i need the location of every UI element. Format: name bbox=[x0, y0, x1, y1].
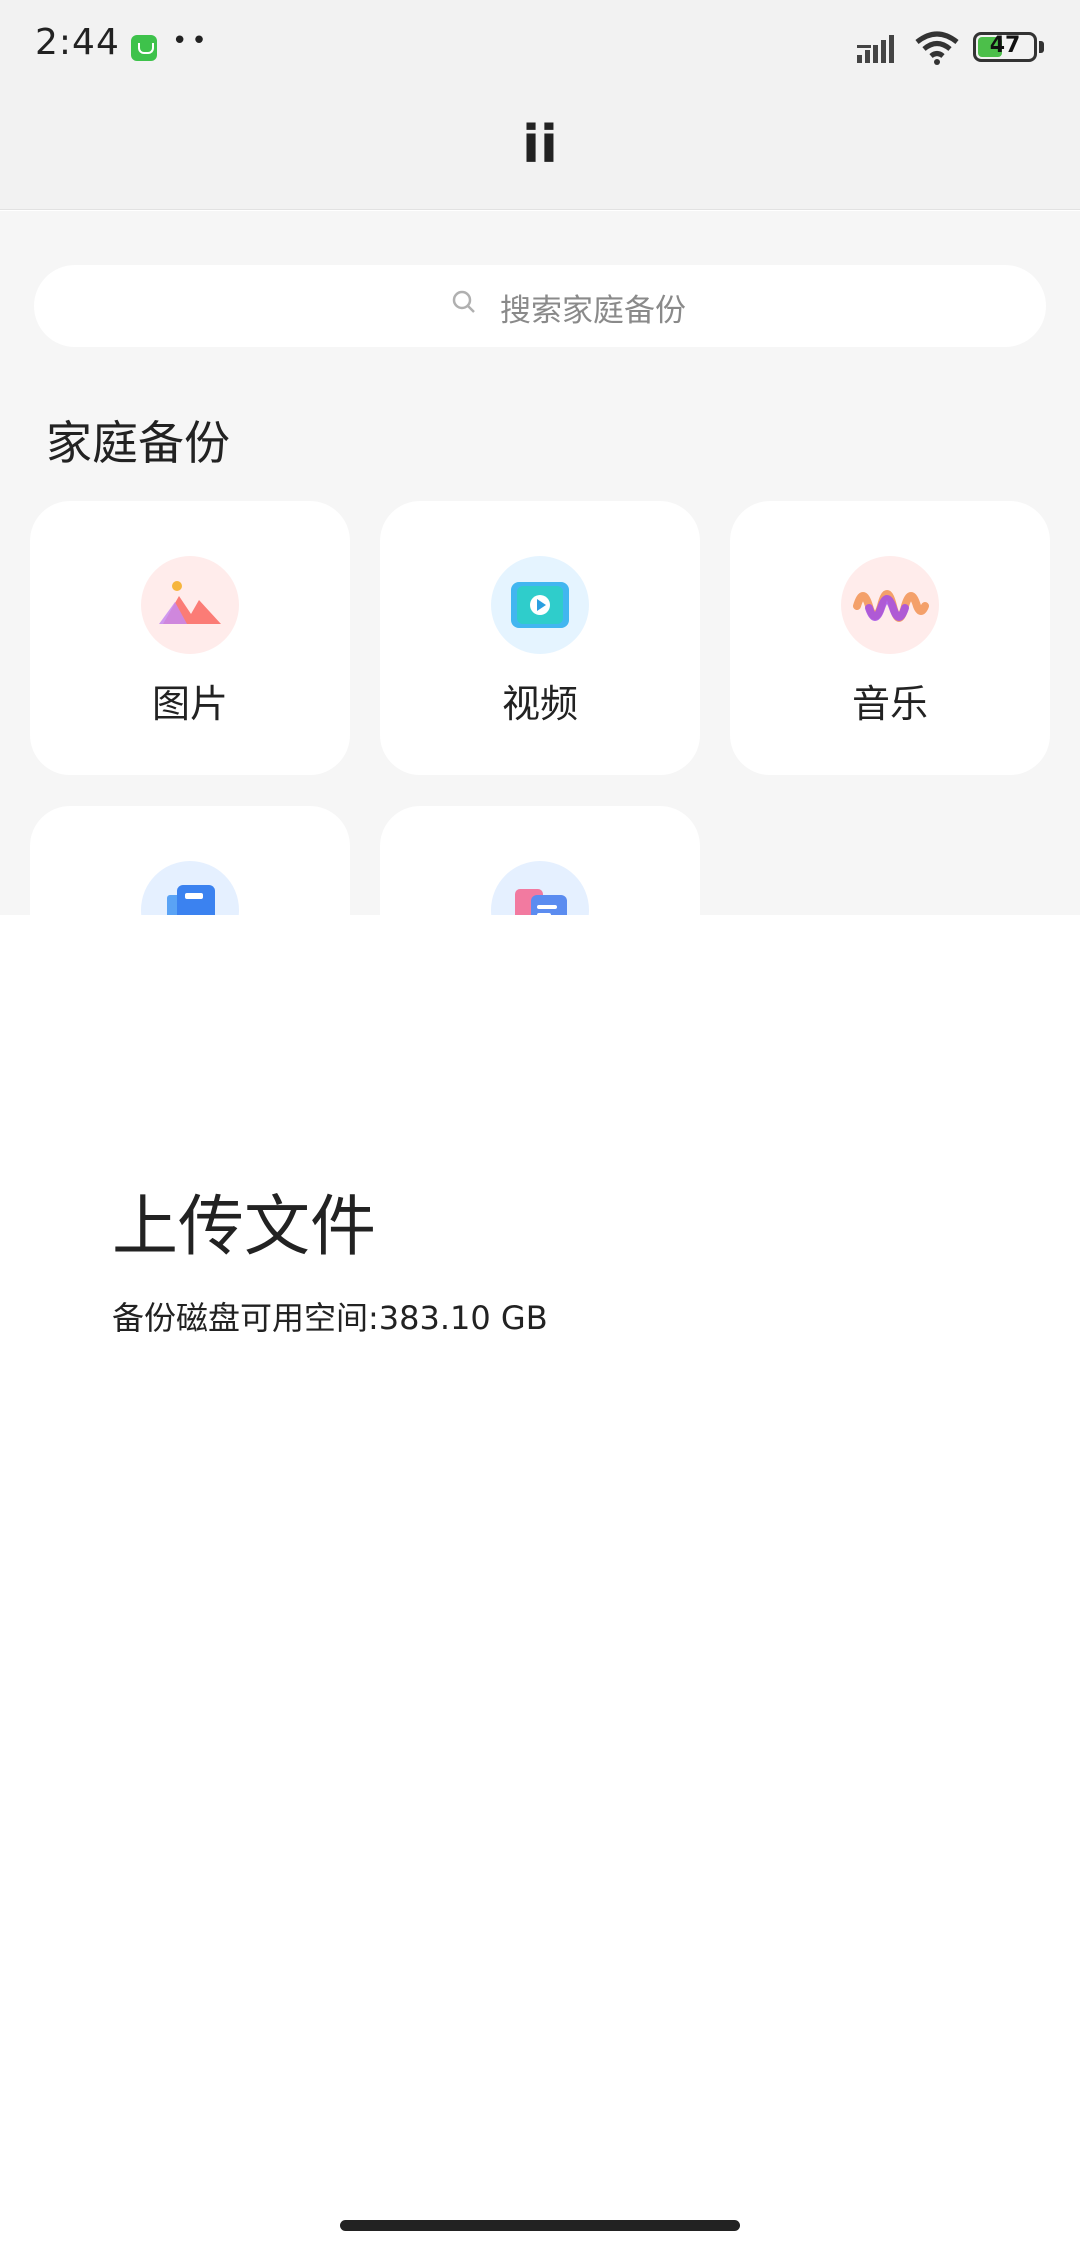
music-icon bbox=[841, 556, 939, 654]
document-icon bbox=[141, 861, 239, 915]
battery-icon: 47 bbox=[973, 32, 1037, 62]
image-icon bbox=[141, 556, 239, 654]
search-icon bbox=[452, 290, 475, 313]
more-notifications-indicator: •• bbox=[172, 26, 211, 56]
upload-sheet: 上传文件 备份磁盘可用空间:383.10 GB bbox=[0, 915, 1080, 2248]
available-space-text: 备份磁盘可用空间:383.10 GB bbox=[112, 1299, 548, 1337]
search-input[interactable]: 搜索家庭备份 bbox=[34, 265, 1046, 347]
video-icon bbox=[491, 556, 589, 654]
battery-cap bbox=[1039, 41, 1044, 53]
search-placeholder: 搜索家庭备份 bbox=[500, 293, 686, 329]
sheet-title: 上传文件 bbox=[112, 1188, 376, 1265]
category-card-videos[interactable]: 视频 bbox=[380, 501, 700, 775]
category-card-images[interactable]: 图片 bbox=[30, 501, 350, 775]
app-bar: ii bbox=[0, 95, 1080, 210]
page-title: ii bbox=[522, 115, 558, 175]
file-icon bbox=[491, 861, 589, 915]
status-bar: 2:44 •• 47 bbox=[0, 0, 1080, 95]
category-label-videos: 视频 bbox=[501, 682, 578, 726]
category-label-music: 音乐 bbox=[851, 682, 928, 726]
status-time: 2:44 bbox=[35, 22, 120, 63]
wifi-icon bbox=[915, 31, 959, 65]
category-label-images: 图片 bbox=[151, 682, 228, 726]
signal-icon bbox=[857, 35, 894, 63]
home-indicator[interactable] bbox=[340, 2220, 740, 2231]
section-title: 家庭备份 bbox=[46, 416, 230, 470]
category-card-music[interactable]: 音乐 bbox=[730, 501, 1050, 775]
category-card-documents[interactable] bbox=[30, 806, 350, 915]
battery-level: 47 bbox=[989, 33, 1021, 58]
app-notification-icon bbox=[131, 35, 157, 61]
main-content: 搜索家庭备份 家庭备份 图片 视频 音乐 bbox=[0, 211, 1080, 915]
category-card-files[interactable] bbox=[380, 806, 700, 915]
